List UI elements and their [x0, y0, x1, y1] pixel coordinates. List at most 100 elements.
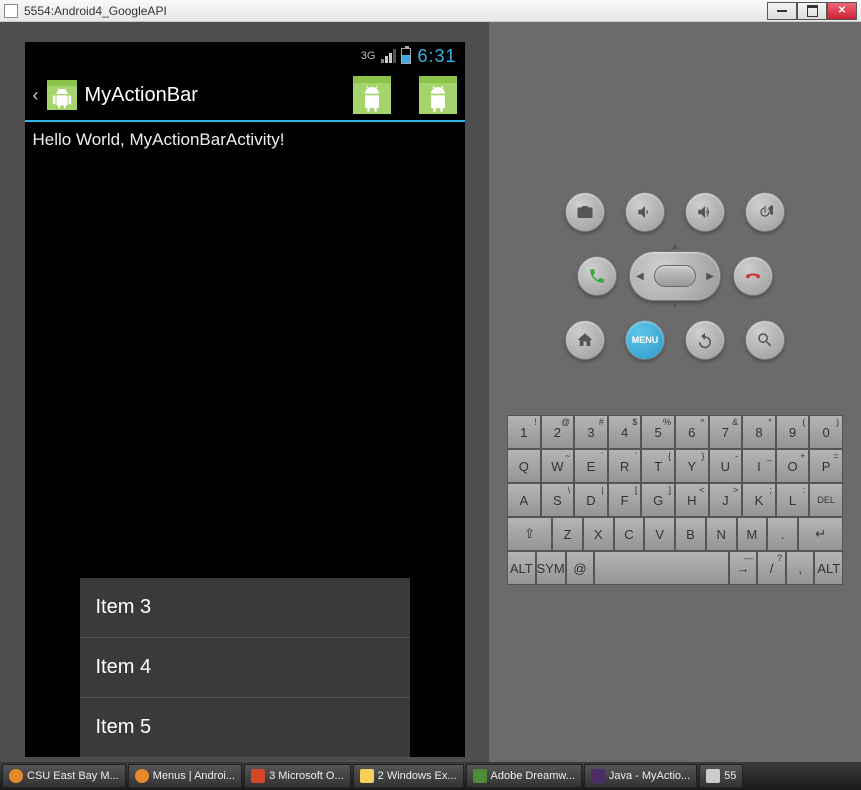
key-o[interactable]: O+	[776, 449, 810, 483]
close-button[interactable]: ✕	[827, 2, 857, 20]
key-l[interactable]: L:	[776, 483, 810, 517]
dpad-right-button[interactable]: ▶	[706, 271, 714, 282]
key-3[interactable]: 3#	[574, 415, 608, 449]
key-h[interactable]: H<	[675, 483, 709, 517]
battery-icon	[401, 48, 411, 64]
key-y[interactable]: Y}	[675, 449, 709, 483]
taskbar-label: Java - MyActio...	[609, 770, 690, 782]
key-c[interactable]: C	[614, 517, 645, 551]
power-button[interactable]	[745, 192, 785, 232]
emulator-keyboard: 1!2@3#4$5%6^7&8*9(0) QW~E´R`T{Y}U-I_O+P= A…	[507, 415, 843, 585]
key-b[interactable]: B	[675, 517, 706, 551]
actionbar-action-1[interactable]	[353, 76, 391, 114]
key-9[interactable]: 9(	[776, 415, 810, 449]
emulator-controls: ▲ ▼ ◀ ▶ MENU 1!2@3#4$5%6^7&8*9(0) QW~E´R`…	[489, 22, 861, 762]
dpad-down-button[interactable]: ▼	[670, 300, 680, 311]
key-s[interactable]: S\	[541, 483, 575, 517]
app-logo-icon[interactable]	[47, 80, 77, 110]
key-a[interactable]: A	[507, 483, 541, 517]
key-x[interactable]: X	[583, 517, 614, 551]
key-/[interactable]: /?	[757, 551, 786, 585]
key-g[interactable]: G]	[641, 483, 675, 517]
taskbar-item[interactable]: 2 Windows Ex...	[353, 764, 464, 788]
key-q[interactable]: Q	[507, 449, 541, 483]
taskbar-item[interactable]: CSU East Bay M...	[2, 764, 126, 788]
key-4[interactable]: 4$	[608, 415, 642, 449]
key-p[interactable]: P=	[809, 449, 843, 483]
key-w[interactable]: W~	[541, 449, 575, 483]
key-1[interactable]: 1!	[507, 415, 541, 449]
taskbar-label: Adobe Dreamw...	[491, 770, 575, 782]
taskbar-item[interactable]: Adobe Dreamw...	[466, 764, 582, 788]
key-e[interactable]: E´	[574, 449, 608, 483]
menu-button[interactable]: MENU	[625, 320, 665, 360]
taskbar-label: 55	[724, 770, 736, 782]
key-v[interactable]: V	[644, 517, 675, 551]
key-d[interactable]: D|	[574, 483, 608, 517]
key-del[interactable]: DEL	[809, 483, 843, 517]
key-i[interactable]: I_	[742, 449, 776, 483]
back-button[interactable]	[685, 320, 725, 360]
taskbar-item[interactable]: 3 Microsoft O...	[244, 764, 351, 788]
menu-item[interactable]: Item 5	[80, 698, 410, 757]
volume-down-button[interactable]	[625, 192, 665, 232]
maximize-button[interactable]	[797, 2, 827, 20]
minimize-button[interactable]	[767, 2, 797, 20]
key-m[interactable]: M	[737, 517, 768, 551]
key-alt[interactable]: ALT	[814, 551, 843, 585]
key-n[interactable]: N	[706, 517, 737, 551]
taskbar-item[interactable]: 55	[699, 764, 743, 788]
key-7[interactable]: 7&	[709, 415, 743, 449]
taskbar-icon	[9, 769, 23, 783]
taskbar-item[interactable]: Java - MyActio...	[584, 764, 697, 788]
dpad-center-button[interactable]	[654, 265, 696, 287]
hello-text: Hello World, MyActionBarActivity!	[33, 130, 457, 150]
taskbar-label: 3 Microsoft O...	[269, 770, 344, 782]
key-alt[interactable]: ALT	[507, 551, 536, 585]
key-t[interactable]: T{	[641, 449, 675, 483]
key-↵[interactable]: ↵	[798, 517, 843, 551]
action-bar: ‹ MyActionBar	[25, 70, 465, 122]
taskbar-icon	[360, 769, 374, 783]
key-.[interactable]: .	[767, 517, 798, 551]
menu-item[interactable]: Item 3	[80, 578, 410, 638]
key-sym[interactable]: SYM	[536, 551, 566, 585]
key-k[interactable]: K;	[742, 483, 776, 517]
end-call-button[interactable]	[733, 256, 773, 296]
taskbar-icon	[251, 769, 265, 783]
actionbar-action-2[interactable]	[419, 76, 457, 114]
dpad: ▲ ▼ ◀ ▶	[629, 244, 721, 308]
clock: 6:31	[417, 46, 456, 67]
home-button[interactable]	[565, 320, 605, 360]
key-0[interactable]: 0)	[809, 415, 843, 449]
key-⇧[interactable]: ⇧	[507, 517, 552, 551]
key-u[interactable]: U-	[709, 449, 743, 483]
camera-button[interactable]	[565, 192, 605, 232]
search-button[interactable]	[745, 320, 785, 360]
call-button[interactable]	[577, 256, 617, 296]
key-5[interactable]: 5%	[641, 415, 675, 449]
dpad-up-button[interactable]: ▲	[670, 241, 680, 252]
volume-up-button[interactable]	[685, 192, 725, 232]
key-f[interactable]: F[	[608, 483, 642, 517]
key-r[interactable]: R`	[608, 449, 642, 483]
device-frame: 3G 6:31 ‹ MyActionBar	[0, 22, 489, 762]
key-j[interactable]: J>	[709, 483, 743, 517]
key-2[interactable]: 2@	[541, 415, 575, 449]
key-8[interactable]: 8*	[742, 415, 776, 449]
back-caret-icon[interactable]: ‹	[33, 85, 39, 106]
windows-taskbar: CSU East Bay M... Menus | Androi... 3 Micr…	[0, 762, 861, 790]
key-space[interactable]	[594, 551, 729, 585]
taskbar-item[interactable]: Menus | Androi...	[128, 764, 242, 788]
taskbar-icon	[473, 769, 487, 783]
key-z[interactable]: Z	[552, 517, 583, 551]
dpad-left-button[interactable]: ◀	[636, 271, 644, 282]
key-→[interactable]: →—	[729, 551, 758, 585]
signal-icon	[381, 49, 395, 63]
key-6[interactable]: 6^	[675, 415, 709, 449]
device-screen: 3G 6:31 ‹ MyActionBar	[25, 42, 465, 757]
taskbar-label: CSU East Bay M...	[27, 770, 119, 782]
key-,[interactable]: ,	[786, 551, 815, 585]
menu-item[interactable]: Item 4	[80, 638, 410, 698]
key-@[interactable]: @	[566, 551, 595, 585]
